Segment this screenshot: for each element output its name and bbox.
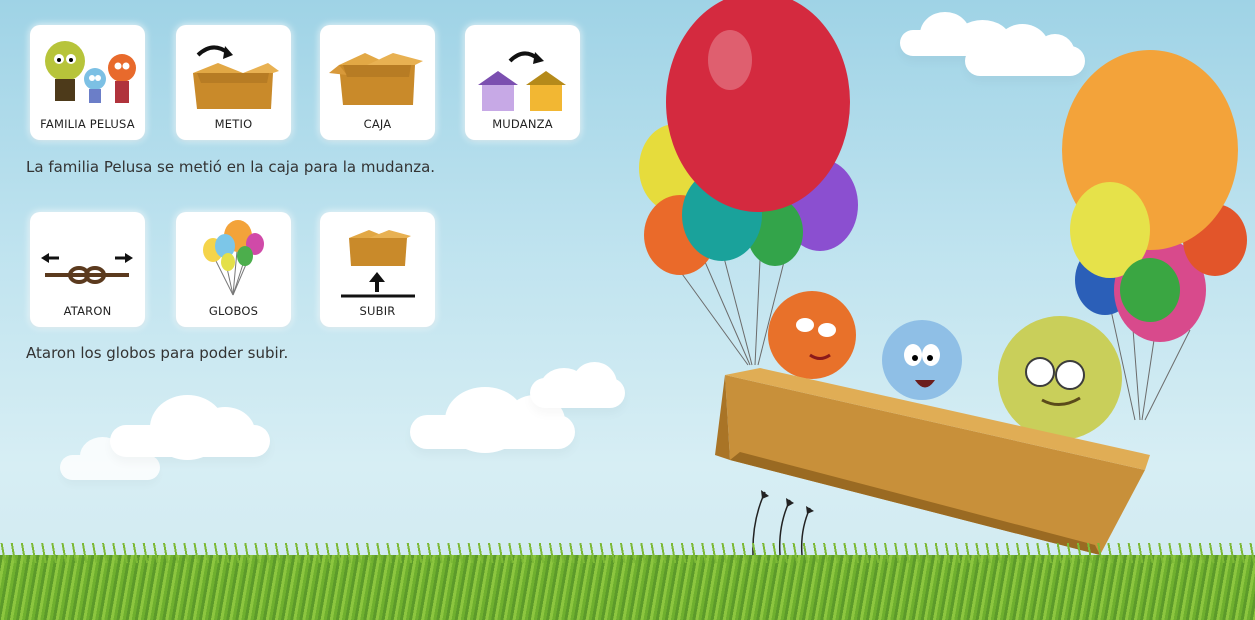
pictogram-card-mudanza[interactable]: MUDANZA	[465, 25, 580, 140]
moving-house-icon	[478, 51, 566, 111]
go-up-icon	[341, 230, 415, 298]
pictogram-card-ataron[interactable]: ATARON	[30, 212, 145, 327]
pictogram-card-globos[interactable]: GLOBOS	[176, 212, 291, 327]
pictogram-label: ATARON	[63, 304, 112, 318]
cloud	[110, 395, 270, 460]
balloons-icon	[203, 220, 264, 296]
pictogram-label: CAJA	[363, 117, 392, 131]
sentence-1: La familia Pelusa se metió en la caja pa…	[26, 158, 436, 176]
pictogram-label: METIO	[214, 117, 253, 131]
cloud	[60, 437, 160, 480]
pictogram-card-caja[interactable]: CAJA	[320, 25, 435, 140]
pictogram-label: SUBIR	[359, 304, 396, 318]
put-in-box-icon	[193, 45, 279, 109]
pelusa-family-balloon-box-illustration	[639, 0, 1247, 556]
pelusa-family-icon	[45, 41, 136, 103]
tie-knot-icon	[41, 253, 133, 284]
grass	[0, 543, 1255, 620]
pictogram-label: FAMILIA PELUSA	[40, 117, 135, 131]
pictogram-card-subir[interactable]: SUBIR	[320, 212, 435, 327]
pictogram-label: GLOBOS	[208, 304, 259, 318]
pictogram-card-familia-pelusa[interactable]: FAMILIA PELUSA	[30, 25, 145, 140]
pictogram-label: MUDANZA	[492, 117, 553, 131]
cloud	[410, 387, 575, 453]
cloud	[530, 362, 625, 408]
pictogram-card-metio[interactable]: METIO	[176, 25, 291, 140]
sentence-2: Ataron los globos para poder subir.	[26, 344, 289, 362]
box-icon	[329, 53, 423, 105]
